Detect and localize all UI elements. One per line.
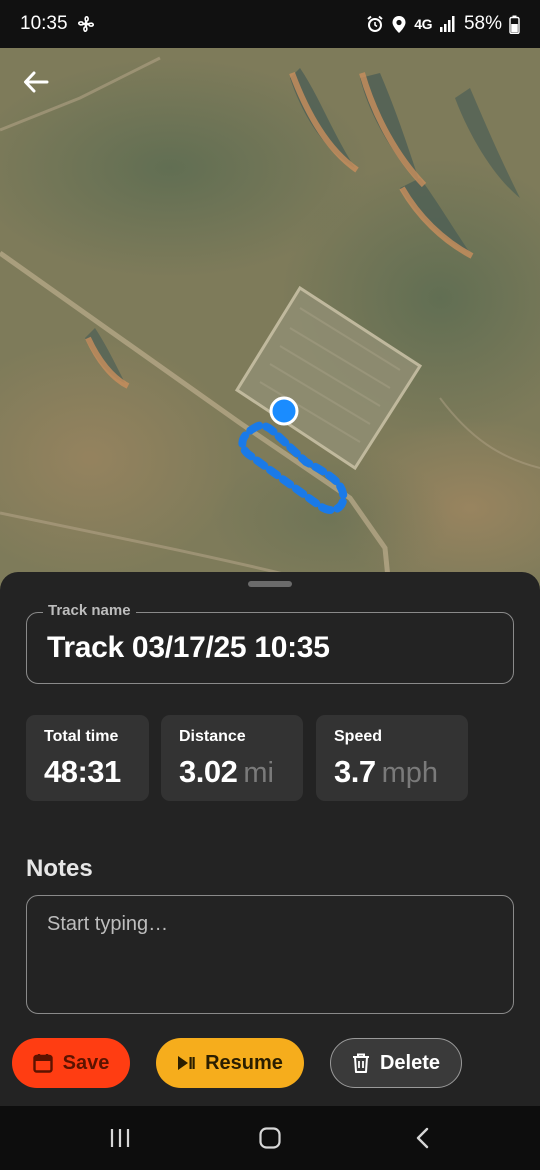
status-left: 10:35: [20, 13, 96, 35]
screen: 10:35 4G 58% Track name Track 03/17/25 1…: [0, 0, 540, 1170]
status-bar: 10:35 4G 58%: [0, 0, 540, 48]
system-nav-bar: [0, 1106, 540, 1170]
stat-label: Total time: [44, 728, 119, 745]
back-button[interactable]: [14, 62, 58, 102]
back-icon: [416, 1127, 429, 1149]
home-icon: [259, 1127, 281, 1149]
satellite-map[interactable]: [0, 38, 540, 598]
status-time: 10:35: [20, 13, 68, 34]
track-name-label: Track name: [43, 602, 136, 619]
stat-unit: mi: [243, 757, 274, 789]
stat-value: 48:31: [44, 754, 121, 789]
stat-value: 3.02: [179, 754, 238, 789]
network-type: 4G: [414, 16, 432, 32]
stat-card-total-time: Total time 48:31: [26, 715, 149, 801]
system-back-button[interactable]: [392, 1120, 452, 1156]
calendar-icon: [32, 1054, 53, 1073]
stat-card-distance: Distance 3.02 mi: [161, 715, 303, 801]
play-pause-icon: [178, 1056, 195, 1070]
status-right: 4G 58%: [366, 13, 520, 35]
track-name-field[interactable]: Track name Track 03/17/25 10:35: [26, 602, 514, 684]
delete-label: Delete: [379, 1051, 441, 1074]
signal-icon: [439, 15, 457, 33]
arrow-left-icon: [24, 71, 49, 93]
stat-card-speed: Speed 3.7 mph: [316, 715, 468, 801]
track-details-sheet: Track name Track 03/17/25 10:35 Total ti…: [0, 572, 540, 1110]
battery-icon: [509, 15, 520, 34]
map-imagery: [0, 38, 540, 598]
drag-handle[interactable]: [248, 581, 292, 587]
home-button[interactable]: [240, 1120, 300, 1156]
recent-apps-icon: [110, 1129, 130, 1147]
stat-label: Distance: [179, 728, 246, 745]
delete-button[interactable]: Delete: [330, 1038, 462, 1088]
save-button[interactable]: Save: [12, 1038, 130, 1088]
stat-value-row: 3.02 mi: [179, 754, 285, 790]
location-icon: [391, 15, 407, 34]
stat-value-row: 48:31: [44, 754, 131, 790]
fan-icon: [76, 14, 96, 34]
notes-input[interactable]: [26, 895, 514, 1014]
save-label: Save: [62, 1051, 110, 1074]
alarm-icon: [366, 15, 384, 33]
stat-value: 3.7: [334, 754, 376, 789]
stat-label: Speed: [334, 728, 383, 745]
battery-percent: 58%: [463, 13, 502, 34]
resume-label: Resume: [205, 1051, 283, 1074]
notes-heading: Notes: [26, 855, 93, 882]
resume-button[interactable]: Resume: [156, 1038, 304, 1088]
track-name-value[interactable]: Track 03/17/25 10:35: [47, 631, 330, 665]
stat-unit: mph: [381, 757, 439, 789]
current-location-dot: [269, 396, 299, 426]
recent-apps-button[interactable]: [90, 1120, 150, 1156]
stat-value-row: 3.7 mph: [334, 754, 450, 790]
trash-icon: [352, 1053, 369, 1073]
action-buttons: Save Resume Delete: [0, 1038, 540, 1088]
